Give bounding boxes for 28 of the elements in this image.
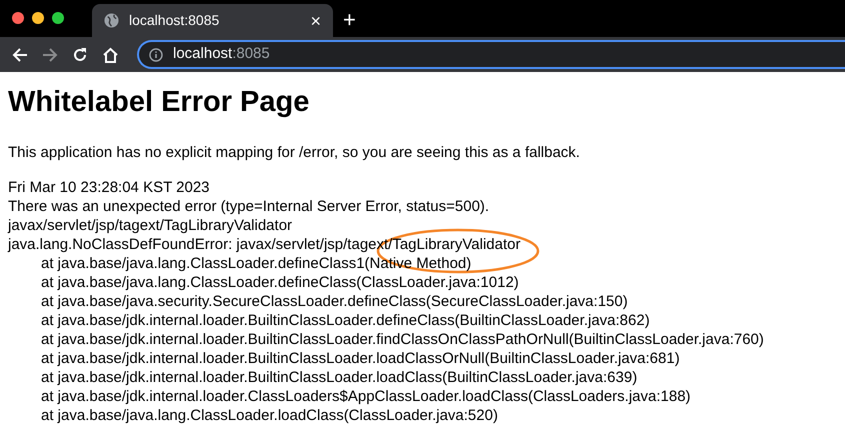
globe-icon bbox=[104, 13, 119, 28]
stack-trace-line: at java.base/java.lang.ClassLoader.defineClass(ClassLoader.java:1012) bbox=[40, 273, 519, 292]
maximize-window-icon[interactable] bbox=[52, 12, 64, 24]
error-detail-line: javax/servlet/jsp/tagext/TagLibraryValidator bbox=[8, 216, 292, 235]
browser-tab[interactable]: localhost:8085 × bbox=[92, 4, 333, 37]
error-detail-line: There was an unexpected error (type=Internal Server Error, status=500). bbox=[8, 197, 490, 216]
stack-trace-line: at java.base/jdk.internal.loader.BuiltinClassLoader.loadClass(BuiltinClassLoader.java:639) bbox=[40, 368, 638, 387]
reload-icon[interactable] bbox=[72, 46, 88, 62]
tab-title: localhost:8085 bbox=[129, 11, 220, 30]
stack-trace-line: at java.base/jdk.internal.loader.BuiltinClassLoader.findClassOnClassPathOrNull(BuiltinClassLoader.java:760) bbox=[40, 330, 764, 349]
home-icon[interactable] bbox=[102, 46, 119, 62]
close-window-icon[interactable] bbox=[12, 12, 24, 24]
stack-trace-line: at java.base/java.security.SecureClassLoader.defineClass(SecureClassLoader.java:150) bbox=[40, 292, 628, 311]
minimize-window-icon[interactable] bbox=[32, 12, 44, 24]
forward-icon[interactable] bbox=[42, 46, 58, 62]
info-icon bbox=[149, 48, 163, 62]
error-detail-line: Fri Mar 10 23:28:04 KST 2023 bbox=[8, 178, 210, 197]
new-tab-button[interactable]: + bbox=[343, 9, 356, 31]
stack-trace-line: at java.base/jdk.internal.loader.BuiltinClassLoader.defineClass(BuiltinClassLoader.java:862) bbox=[40, 311, 650, 330]
address-bar[interactable]: localhost:8085 bbox=[137, 40, 845, 69]
stack-trace-line: at java.base/jdk.internal.loader.BuiltinClassLoader.loadClassOrNull(BuiltinClassLoader.java:681) bbox=[40, 349, 680, 368]
error-message: This application has no explicit mapping for /error, so you are seeing this as a fallback. bbox=[8, 143, 581, 162]
back-icon[interactable] bbox=[12, 46, 28, 62]
stack-trace-line: at java.base/java.lang.ClassLoader.loadClass(ClassLoader.java:520) bbox=[40, 406, 498, 425]
url-text: localhost:8085 bbox=[173, 44, 270, 64]
page-heading: Whitelabel Error Page bbox=[8, 85, 310, 120]
stack-trace-line: at java.base/jdk.internal.loader.ClassLoaders$AppClassLoader.loadClass(ClassLoaders.java:188) bbox=[40, 387, 691, 406]
tab-close-button[interactable]: × bbox=[310, 12, 321, 30]
